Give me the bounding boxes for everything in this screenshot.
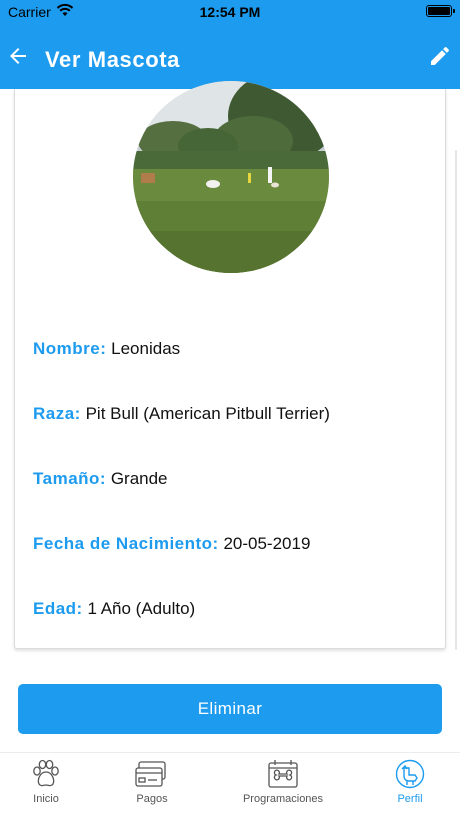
delete-button[interactable]: Eliminar xyxy=(18,684,442,734)
pet-field-size: Tamaño: Grande xyxy=(33,469,168,489)
battery-icon xyxy=(426,5,455,17)
tab-label: Perfil xyxy=(397,793,423,805)
paw-icon xyxy=(33,759,59,787)
field-value: Grande xyxy=(110,469,168,488)
pet-card: Nombre: Leonidas Raza: Pit Bull (America… xyxy=(14,81,446,649)
field-label: Tamaño: xyxy=(33,469,107,488)
tab-bar: Inicio Pagos Programaciones Perfil xyxy=(0,752,460,818)
field-value: 1 Año (Adulto) xyxy=(87,599,196,618)
field-value: Pit Bull (American Pitbull Terrier) xyxy=(85,404,330,423)
pencil-icon[interactable] xyxy=(428,44,452,68)
pet-photo xyxy=(133,81,329,273)
tab-label: Programaciones xyxy=(242,793,324,805)
scroll-indicator[interactable] xyxy=(455,150,457,650)
tab-label: Pagos xyxy=(136,793,168,805)
status-bar: Carrier 12:54 PM xyxy=(0,0,460,24)
app-bar: Ver Mascota xyxy=(0,24,460,89)
field-label: Edad: xyxy=(33,599,83,618)
field-value: Leonidas xyxy=(111,339,181,358)
field-label: Nombre: xyxy=(33,339,107,358)
pet-field-breed: Raza: Pit Bull (American Pitbull Terrier… xyxy=(33,404,330,424)
arrow-left-icon[interactable] xyxy=(6,44,30,68)
field-label: Raza: xyxy=(33,404,81,423)
tab-inicio[interactable]: Inicio xyxy=(18,759,74,805)
pet-profile-icon xyxy=(395,759,425,789)
tab-label: Inicio xyxy=(33,793,59,805)
pet-field-age: Edad: 1 Año (Adulto) xyxy=(33,599,195,619)
bone-calendar-icon xyxy=(268,760,298,788)
field-value: 20-05-2019 xyxy=(223,534,311,553)
pet-field-name: Nombre: Leonidas xyxy=(33,339,180,359)
status-time: 12:54 PM xyxy=(199,4,261,20)
field-label: Fecha de Nacimiento: xyxy=(33,534,219,553)
tab-perfil[interactable]: Perfil xyxy=(385,759,435,805)
page-title: Ver Mascota xyxy=(45,47,181,72)
pet-field-birthdate: Fecha de Nacimiento: 20-05-2019 xyxy=(33,534,310,554)
tab-programaciones[interactable]: Programaciones xyxy=(238,759,328,805)
credit-card-icon xyxy=(135,761,166,787)
tab-pagos[interactable]: Pagos xyxy=(122,759,182,805)
